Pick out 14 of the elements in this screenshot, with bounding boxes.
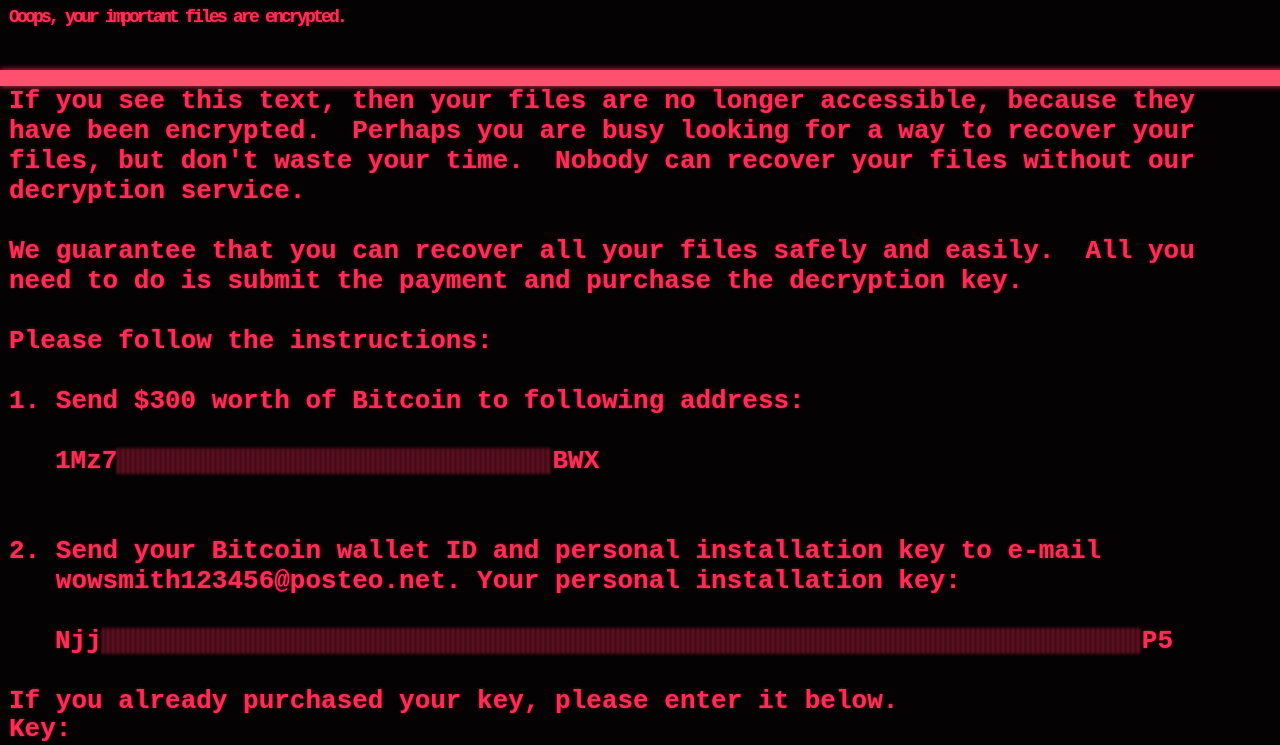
paragraph: If you see this text, then your files are no longer accessible, because they have been encrypted. Perhaps you are busy looking for a way to recover your files, but don't waste your time. Nobody can recover your files without our decryption service. xyxy=(9,86,1196,206)
prompt-text: If you already purchased your key, please enter it below. xyxy=(9,686,900,716)
step-text: Send $300 worth of Bitcoin to following address: xyxy=(55,386,806,416)
step-number: 2. xyxy=(9,536,42,568)
code-text: BWX xyxy=(552,446,600,476)
paragraph: Please follow the instructions: xyxy=(9,326,494,356)
key-label: Key: xyxy=(9,714,72,744)
screen-title: Ooops, your important files are encrypted. xyxy=(9,6,346,29)
code-text: 1Mz7 xyxy=(55,446,118,476)
step-text: Send your Bitcoin wallet ID and personal installation key to e-mail wowsmith123456@posteo.net. Your personal installation key: xyxy=(55,536,1103,596)
code-text: P5 xyxy=(1141,626,1174,656)
code-text: Njj xyxy=(55,626,102,656)
step-number: 1. xyxy=(9,386,42,416)
paragraph: We guarantee that you can recover all your files safely and easily. All you need to do is submit the payment and purchase the decryption key. xyxy=(9,236,1196,296)
